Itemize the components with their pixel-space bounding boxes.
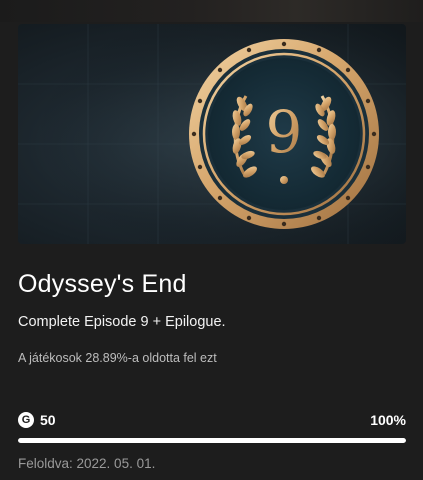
- unlocked-date: Feloldva: 2022. 05. 01.: [18, 456, 156, 471]
- achievement-title: Odyssey's End: [18, 270, 187, 298]
- progress-bar: [18, 438, 406, 443]
- background-strip: [0, 0, 423, 22]
- unlock-rarity-text: A játékosok 28.89%-a oldotta fel ezt: [18, 351, 217, 365]
- score-row: G 50 100%: [18, 411, 406, 429]
- achievement-description: Complete Episode 9 + Epilogue.: [18, 314, 226, 330]
- gamerscore-icon: G: [18, 412, 34, 428]
- achievement-emblem-icon: 9: [18, 24, 406, 244]
- progress-bar-fill: [18, 438, 406, 443]
- achievement-artwork: 9: [18, 24, 406, 244]
- gamerscore-value: 50: [40, 412, 56, 428]
- progress-percent: 100%: [370, 412, 406, 428]
- emblem-number: 9: [266, 98, 303, 166]
